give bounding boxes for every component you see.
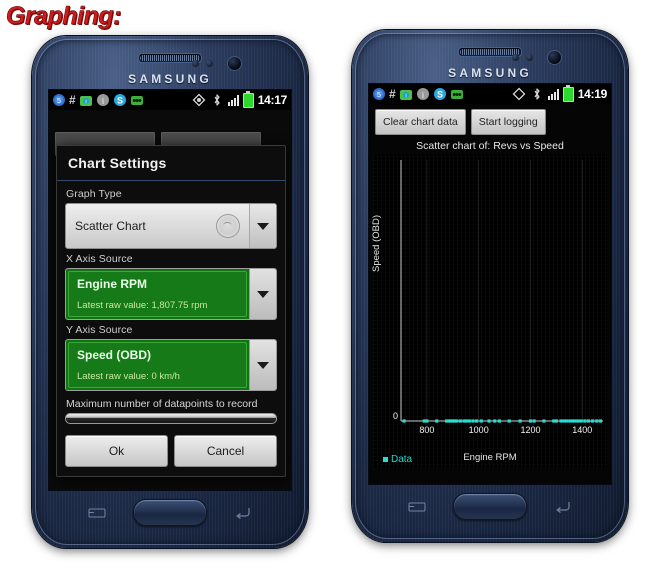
back-softkey-icon[interactable] [234, 506, 252, 520]
svg-text:0: 0 [393, 411, 398, 421]
graph-type-label: Graph Type [66, 188, 122, 200]
info-icon: i [416, 87, 430, 101]
legend-label: Data [391, 454, 413, 465]
menu-softkey-icon[interactable] [88, 506, 106, 520]
svg-text:1400: 1400 [572, 425, 592, 435]
screen-left: 5 # i i S 14:17 Chart Settings Graph Typ… [49, 90, 291, 490]
proximity-sensor-icon [192, 60, 199, 67]
status-clock: 14:19 [577, 87, 608, 101]
app-green-icon: i [79, 93, 93, 107]
status-clock: 14:17 [257, 93, 288, 107]
signal-icon [547, 88, 559, 100]
status-bar-left: 5 # i i S 14:17 [49, 90, 291, 110]
chevron-down-icon[interactable] [249, 204, 276, 248]
obd-icon [130, 93, 144, 107]
max-datapoints-label: Maximum number of datapoints to record [66, 398, 258, 410]
chart-legend: Data [383, 454, 412, 465]
battery-icon [562, 84, 574, 102]
hash-icon: # [389, 87, 396, 101]
spinner-knob-icon [216, 214, 240, 238]
y-axis-source-label: Y Axis Source [66, 324, 133, 336]
x-axis-source-spinner[interactable]: Engine RPM Latest raw value: 1,807.75 rp… [65, 268, 277, 320]
y-axis-source-spinner[interactable]: Speed (OBD) Latest raw value: 0 km/h [65, 339, 277, 391]
legend-swatch-icon [383, 457, 388, 462]
chart-screen: Clear chart data Start logging Scatter c… [369, 104, 611, 484]
chart-plot-area[interactable]: 800 1000 1200 1400 0 Speed (OBD) Engine RPM … [371, 154, 607, 469]
start-logging-button[interactable]: Start logging [470, 109, 546, 135]
gps-icon [512, 87, 526, 101]
chart-title: Scatter chart of: Revs vs Speed [416, 140, 564, 152]
gps-icon [192, 93, 206, 107]
sync-icon: 5 [52, 93, 66, 107]
bluetooth-icon [210, 93, 224, 107]
battery-icon [242, 90, 254, 108]
phone-right: SAMSUNG 5 # i i S 14:19 Clear chart data… [352, 30, 628, 542]
y-axis-source-value: Speed (OBD) [77, 348, 152, 362]
light-sensor-icon [206, 60, 213, 67]
x-axis-source-value: Engine RPM [77, 277, 148, 291]
chevron-down-icon[interactable] [249, 269, 276, 319]
dialog-title: Chart Settings [57, 146, 285, 181]
brand-logo: SAMSUNG [128, 72, 212, 86]
light-sensor-icon [526, 54, 533, 61]
svg-text:5: 5 [57, 98, 61, 105]
svg-text:5: 5 [377, 92, 381, 99]
obd-icon [450, 87, 464, 101]
menu-softkey-icon[interactable] [408, 500, 426, 514]
chevron-down-icon[interactable] [249, 340, 276, 390]
screen-right: 5 # i i S 14:19 Clear chart data Start l… [369, 84, 611, 484]
svg-text:1000: 1000 [469, 425, 489, 435]
skype-icon: S [113, 93, 127, 107]
clear-chart-data-button[interactable]: Clear chart data [375, 109, 466, 135]
chart-settings-dialog: Chart Settings Graph Type Scatter Chart … [56, 145, 286, 477]
front-camera-icon [228, 57, 241, 70]
page-caption: Graphing: [6, 2, 122, 31]
info-icon: i [96, 93, 110, 107]
svg-text:S: S [437, 90, 443, 100]
sync-icon: 5 [372, 87, 386, 101]
phone-left: SAMSUNG 5 # i i S 14:17 Chart Settings G… [32, 36, 308, 548]
back-softkey-icon[interactable] [554, 500, 572, 514]
svg-text:i: i [405, 94, 406, 100]
proximity-sensor-icon [512, 54, 519, 61]
front-camera-icon [548, 51, 561, 64]
cancel-button[interactable]: Cancel [174, 435, 277, 467]
chart-toolbar: Clear chart data Start logging [369, 104, 611, 135]
svg-text:i: i [85, 100, 86, 106]
svg-text:1200: 1200 [520, 425, 540, 435]
x-axis-source-label: X Axis Source [66, 253, 133, 265]
bluetooth-icon [530, 87, 544, 101]
app-background-left: Chart Settings Graph Type Scatter Chart … [49, 110, 291, 490]
svg-text:800: 800 [419, 425, 434, 435]
home-button[interactable] [453, 493, 527, 520]
max-datapoints-slider[interactable] [65, 413, 277, 424]
graph-type-spinner[interactable]: Scatter Chart [65, 203, 277, 249]
signal-icon [227, 94, 239, 106]
ok-button[interactable]: Ok [65, 435, 168, 467]
app-green-icon: i [399, 87, 413, 101]
chart-y-axis-label: Speed (OBD) [371, 214, 382, 272]
x-axis-latest-value: Latest raw value: 1,807.75 rpm [77, 300, 208, 311]
skype-icon: S [433, 87, 447, 101]
hash-icon: # [69, 93, 76, 107]
brand-logo: SAMSUNG [448, 66, 532, 80]
y-axis-latest-value: Latest raw value: 0 km/h [77, 371, 180, 382]
status-bar-right: 5 # i i S 14:19 [369, 84, 611, 104]
chart-canvas: 800 1000 1200 1400 0 [393, 160, 603, 435]
svg-text:S: S [117, 96, 123, 106]
home-button[interactable] [133, 499, 207, 526]
